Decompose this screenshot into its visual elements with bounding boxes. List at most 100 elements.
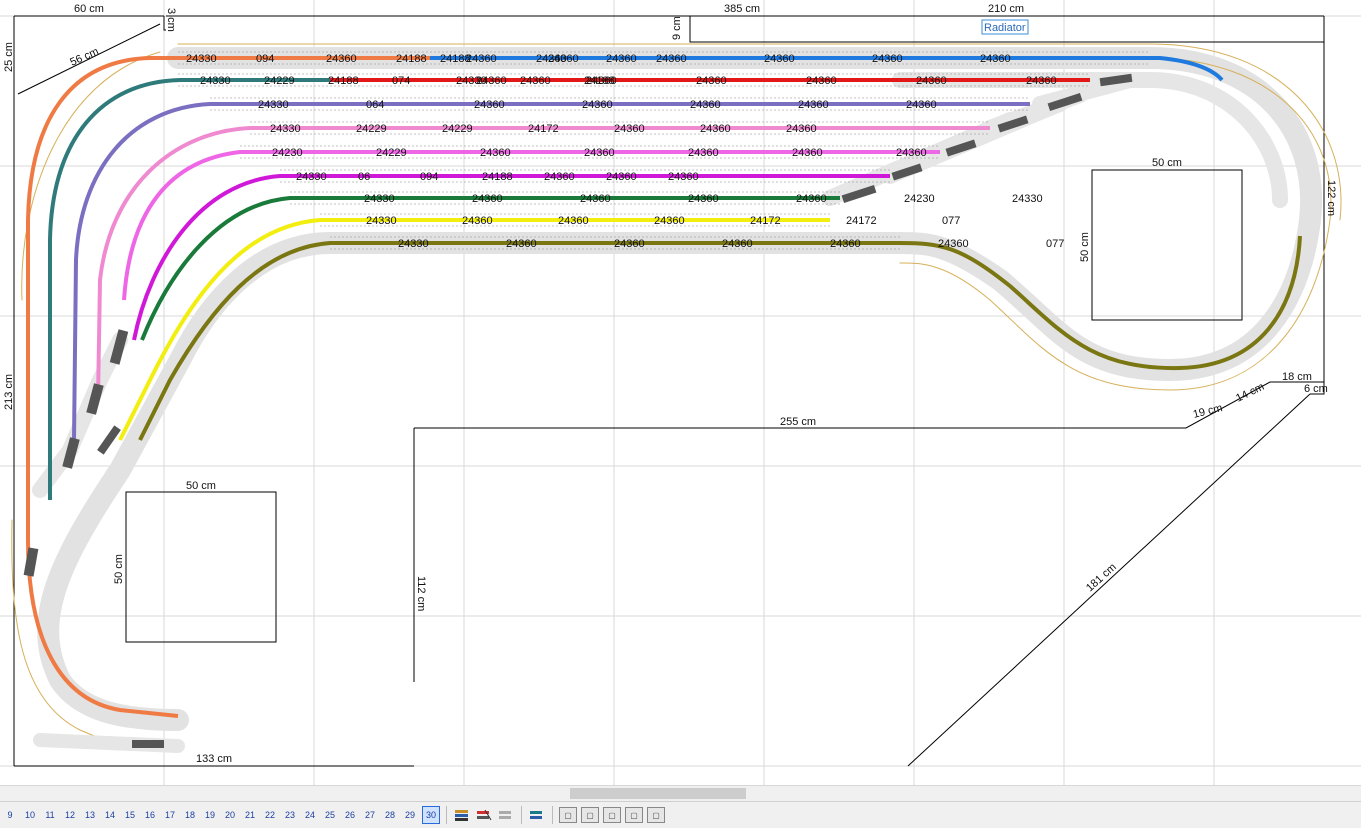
track-label: 24360 — [462, 215, 493, 227]
dimension-labels: 60 cm 3 cm 385 cm 210 cm 9 cm 25 cm 56 c… — [3, 3, 1337, 765]
track-label: 24360 — [722, 238, 753, 250]
track-label: 074 — [392, 75, 410, 87]
track-label: 24188 — [328, 75, 359, 87]
horizontal-scrollbar[interactable] — [0, 785, 1361, 801]
track-label: 24172 — [846, 215, 877, 227]
track-label: 24330 — [270, 123, 301, 135]
box-right-height: 50 cm — [1079, 232, 1091, 262]
track-label: 064 — [366, 99, 384, 111]
track-label: 24360 — [582, 99, 613, 111]
layer-button[interactable]: 26 — [340, 806, 360, 824]
layer-button[interactable]: 23 — [280, 806, 300, 824]
dim-right-small: 6 cm — [1304, 383, 1328, 395]
dim-right-step: 18 cm — [1282, 371, 1312, 383]
track-label: 24360 — [474, 99, 505, 111]
track-label: 24330 — [366, 215, 397, 227]
layer-button[interactable]: 9 — [0, 806, 20, 824]
track-label: 24188 — [482, 171, 513, 183]
track-label: 24330 — [200, 75, 231, 87]
layer-button[interactable]: 15 — [120, 806, 140, 824]
layout-canvas[interactable]: Radiator 24330 094 24360 24188 24360 243… — [0, 0, 1361, 785]
layer-button[interactable]: 18 — [180, 806, 200, 824]
separator — [521, 806, 522, 824]
dim-diag-14: 14 cm — [1234, 381, 1266, 405]
dim-lower-mid: 255 cm — [780, 416, 816, 428]
track-label: 24188 — [396, 53, 427, 65]
track-label: 24360 — [544, 171, 575, 183]
dim-diag-181: 181 cm — [1084, 561, 1119, 594]
window-layout-5-icon[interactable]: ▢ — [647, 807, 665, 823]
box-left[interactable] — [125, 491, 277, 643]
track-pink[interactable] — [96, 126, 990, 401]
scrollbar-thumb[interactable] — [570, 788, 746, 799]
track-label: 24360 — [916, 75, 947, 87]
track-label: 24360 — [548, 53, 579, 65]
layers-edit-icon[interactable] — [475, 807, 493, 823]
window-layout-2-icon[interactable]: ▢ — [581, 807, 599, 823]
track-label: 24330 — [1012, 193, 1043, 205]
layer-button[interactable]: 12 — [60, 806, 80, 824]
window-layout-1-icon[interactable]: ▢ — [559, 807, 577, 823]
layer-button[interactable]: 27 — [360, 806, 380, 824]
window-layout-3-icon[interactable]: ▢ — [603, 807, 621, 823]
track-label: 24360 — [506, 238, 537, 250]
dim-top-left: 60 cm — [74, 3, 104, 15]
layer-button[interactable]: 30 — [422, 806, 440, 824]
layers-settings-icon[interactable] — [528, 807, 546, 823]
layer-button[interactable]: 17 — [160, 806, 180, 824]
dim-diag-left: 56 cm — [68, 46, 100, 69]
layer-button[interactable]: 22 — [260, 806, 280, 824]
track-label: 24360 — [654, 215, 685, 227]
dim-bottom-width: 133 cm — [196, 753, 232, 765]
layer-button[interactable]: 25 — [320, 806, 340, 824]
track-label: 24360 — [786, 123, 817, 135]
track-label: 24360 — [472, 193, 503, 205]
track-label: 24360 — [480, 147, 511, 159]
turnout[interactable] — [23, 547, 39, 577]
box-left-height: 50 cm — [113, 554, 125, 584]
layer-button[interactable]: 19 — [200, 806, 220, 824]
layer-button[interactable]: 20 — [220, 806, 240, 824]
track-label: 24360 — [580, 193, 611, 205]
track-label: 24360 — [896, 147, 927, 159]
dim-left-top: 25 cm — [3, 42, 15, 72]
track-label: 24229 — [356, 123, 387, 135]
track-label: 24360 — [806, 75, 837, 87]
layer-button[interactable]: 21 — [240, 806, 260, 824]
layer-button[interactable]: 29 — [400, 806, 420, 824]
box-right-width: 50 cm — [1152, 157, 1182, 169]
layers-hide-icon[interactable] — [497, 807, 515, 823]
layer-button[interactable]: 28 — [380, 806, 400, 824]
layer-toolbar: 9 10 11 12 13 14 15 16 17 18 19 20 21 22 23 24 25 26 27 28 2… — [0, 801, 1361, 828]
layer-button[interactable]: 16 — [140, 806, 160, 824]
turnout[interactable] — [132, 740, 164, 748]
track-label: 077 — [942, 215, 960, 227]
track-label: 24360 — [938, 238, 969, 250]
radiator-label: Radiator — [984, 22, 1026, 34]
track-label: 24360 — [584, 147, 615, 159]
layer-button[interactable]: 11 — [40, 806, 60, 824]
layers-stack-icon[interactable] — [453, 807, 471, 823]
track-label: 24330 — [186, 53, 217, 65]
layer-button[interactable]: 24 — [300, 806, 320, 824]
track-label: 24360 — [980, 53, 1011, 65]
window-layout-4-icon[interactable]: ▢ — [625, 807, 643, 823]
box-right[interactable] — [1091, 169, 1243, 321]
track-label: 24360 — [690, 99, 721, 111]
layer-buttons: 9 10 11 12 13 14 15 16 17 18 19 20 21 22 23 24 25 26 27 28 2… — [0, 806, 442, 824]
separator — [446, 806, 447, 824]
track-label: 24172 — [528, 123, 559, 135]
track-label: 094 — [256, 53, 274, 65]
track-label: 24360 — [872, 53, 903, 65]
track-label: 094 — [420, 171, 438, 183]
track-label: 24360 — [764, 53, 795, 65]
layer-button[interactable]: 10 — [20, 806, 40, 824]
track-label: 24360 — [586, 75, 617, 87]
track-label: 24360 — [606, 53, 637, 65]
dim-diag-19: 19 cm — [1192, 402, 1224, 421]
track-label: 24330 — [398, 238, 429, 250]
track-label: 24360 — [696, 75, 727, 87]
dim-notch-depth: 9 cm — [671, 16, 683, 40]
layer-button[interactable]: 13 — [80, 806, 100, 824]
layer-button[interactable]: 14 — [100, 806, 120, 824]
